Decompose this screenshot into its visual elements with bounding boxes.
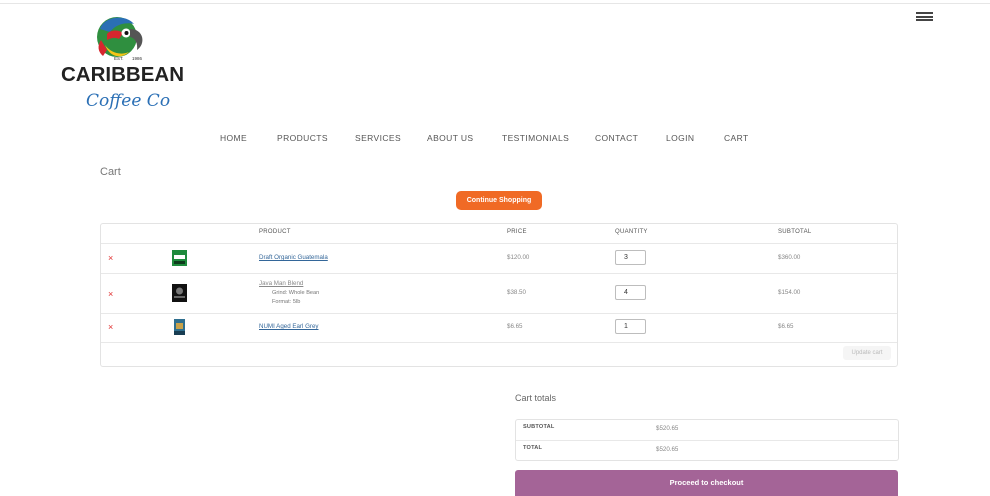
meta-label: Format: [272, 299, 292, 305]
product-thumbnail[interactable] [174, 319, 185, 335]
quantity-input[interactable]: 4 [615, 285, 646, 300]
parrot-logo-icon: EST. 1986 CARIBBEAN Coffee Co [61, 17, 184, 111]
totals-row: SUBTOTAL $520.65 [516, 420, 898, 440]
totals-value: $520.65 [656, 446, 679, 453]
est-text: EST. [114, 56, 124, 61]
line-subtotal: $154.00 [778, 289, 801, 296]
nav-login[interactable]: LOGIN [666, 133, 694, 143]
item-meta-grind: Grind: Whole Bean [272, 290, 319, 296]
meta-value: 5lb [292, 299, 301, 305]
header-price: PRICE [507, 229, 527, 235]
hamburger-bar [916, 19, 933, 21]
main-nav: HOME PRODUCTS SERVICES ABOUT US TESTIMON… [0, 133, 990, 145]
nav-about-us[interactable]: ABOUT US [427, 133, 474, 143]
product-thumbnail[interactable] [172, 284, 187, 302]
meta-value: Whole Bean [288, 290, 320, 296]
nav-services[interactable]: SERVICES [355, 133, 401, 143]
nav-cart[interactable]: CART [724, 133, 749, 143]
hamburger-icon[interactable] [916, 12, 933, 21]
tea-box-icon [174, 319, 185, 335]
update-cart-button[interactable]: Update cart [843, 346, 891, 360]
nav-home[interactable]: HOME [220, 133, 247, 143]
totals-label: SUBTOTAL [523, 424, 555, 430]
cart-table: PRODUCT PRICE QUANTITY SUBTOTAL × Draft … [100, 223, 898, 367]
product-name-link[interactable]: Draft Organic Guatemala [259, 254, 328, 261]
product-price: $38.50 [507, 289, 526, 296]
cart-totals-table: SUBTOTAL $520.65 TOTAL $520.65 [515, 419, 899, 461]
table-row: × Java Man Blend Grind: Whole Bean Forma… [101, 273, 897, 314]
table-row: × Draft Organic Guatemala $120.00 3 $360… [101, 243, 897, 274]
nav-contact[interactable]: CONTACT [595, 133, 638, 143]
cart-totals-title: Cart totals [515, 393, 557, 403]
header-product: PRODUCT [259, 229, 291, 235]
year-text: 1986 [132, 56, 143, 61]
remove-item-button[interactable]: × [108, 253, 113, 263]
brand-name: CARIBBEAN [61, 63, 184, 86]
header-quantity: QUANTITY [615, 229, 648, 235]
product-name-link[interactable]: Java Man Blend [259, 280, 303, 287]
product-price: $120.00 [507, 254, 530, 261]
remove-item-button[interactable]: × [108, 322, 113, 332]
header-subtotal: SUBTOTAL [778, 229, 812, 235]
product-thumbnail[interactable] [172, 250, 187, 266]
hamburger-bar [916, 15, 933, 18]
remove-item-button[interactable]: × [108, 289, 113, 299]
nav-products[interactable]: PRODUCTS [277, 133, 328, 143]
proceed-to-checkout-button[interactable]: Proceed to checkout [515, 470, 898, 496]
table-row: × NUMI Aged Earl Grey $6.65 1 $6.65 [101, 313, 897, 343]
product-name-link[interactable]: NUMI Aged Earl Grey [259, 323, 319, 330]
quantity-input[interactable]: 3 [615, 250, 646, 265]
item-meta-format: Format: 5lb [272, 299, 300, 305]
quantity-input[interactable]: 1 [615, 319, 646, 334]
page-title: Cart [100, 166, 121, 178]
continue-shopping-button[interactable]: Continue Shopping [456, 191, 542, 210]
totals-label: TOTAL [523, 445, 543, 451]
top-divider [0, 3, 990, 4]
coffee-bag-icon [172, 284, 187, 302]
table-divider [101, 342, 897, 343]
totals-value: $520.65 [656, 425, 679, 432]
hamburger-bar [916, 12, 933, 14]
brand-logo[interactable]: EST. 1986 CARIBBEAN Coffee Co [60, 12, 196, 126]
meta-label: Grind: [272, 290, 288, 296]
coffee-bag-icon [172, 250, 187, 266]
line-subtotal: $6.65 [778, 323, 794, 330]
brand-subname: Coffee Co [86, 91, 170, 111]
line-subtotal: $360.00 [778, 254, 801, 261]
totals-row: TOTAL $520.65 [516, 440, 898, 461]
product-price: $6.65 [507, 323, 523, 330]
nav-testimonials[interactable]: TESTIMONIALS [502, 133, 569, 143]
